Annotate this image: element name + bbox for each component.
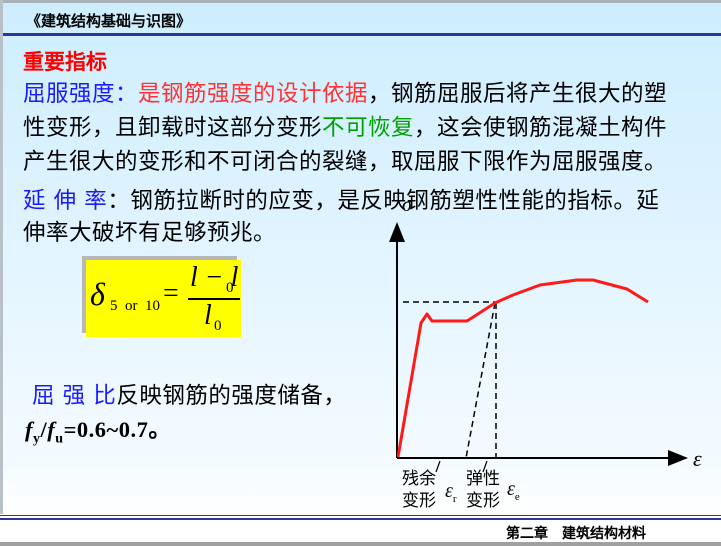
elastic-label: 弹性 变形 — [466, 469, 500, 511]
footer-line — [0, 515, 721, 516]
unloading-dashed-line — [465, 302, 496, 459]
residual-label: 残余 变形 — [402, 469, 436, 511]
residual-sub: r — [452, 493, 457, 505]
stress-strain-diagram — [389, 222, 688, 473]
window-bottom-border — [0, 542, 721, 546]
elastic-eps: ε — [507, 478, 515, 500]
residual-leader — [435, 460, 441, 473]
chapter-title: 第二章 建筑结构材料 — [506, 526, 646, 542]
residual-eps: ε — [445, 480, 453, 502]
residual-symbol: εr — [445, 480, 457, 505]
footer-line — [0, 518, 721, 520]
elastic-symbol: εe — [507, 478, 520, 503]
x-axis-label: ε — [693, 446, 702, 471]
elastic-sub: e — [514, 491, 520, 503]
stress-strain-curve — [396, 278, 649, 458]
y-axis-label: σ — [402, 194, 412, 216]
